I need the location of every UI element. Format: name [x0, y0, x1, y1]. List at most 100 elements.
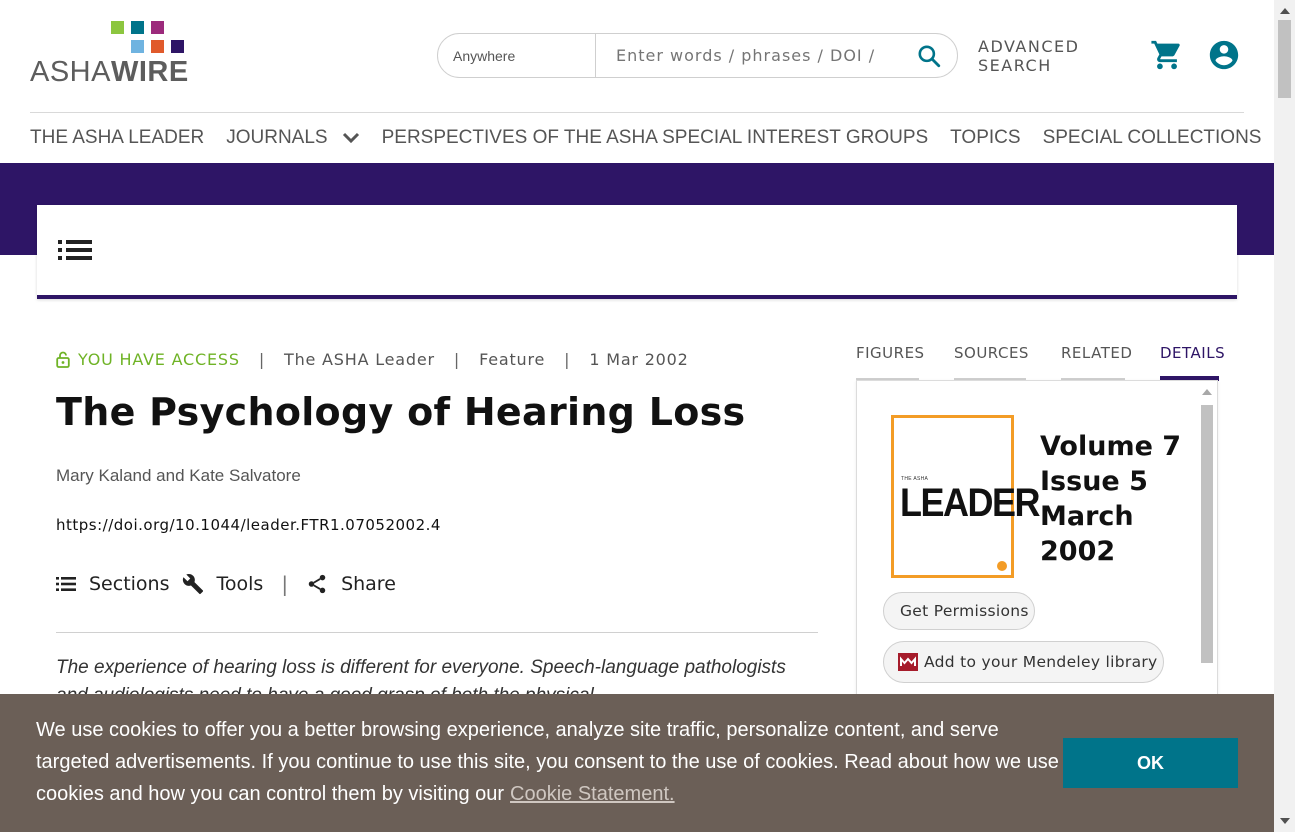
site-header: ASHAWIRE Anywhere ADVANCED SEARCH — [0, 0, 1274, 112]
share-icon — [308, 574, 326, 594]
scroll-up-arrow-icon[interactable] — [1280, 8, 1290, 14]
nav-item-topics[interactable]: TOPICS — [950, 127, 1020, 149]
tab-label: DETAILS — [1160, 344, 1226, 362]
scroll-up-arrow-icon[interactable] — [1202, 389, 1212, 395]
volume-label: Volume 7 — [1040, 431, 1182, 462]
scroll-down-arrow-icon[interactable] — [1280, 818, 1290, 824]
get-permissions-button[interactable]: Get Permissions — [883, 592, 1035, 630]
cart-icon — [1151, 40, 1180, 70]
ok-label: OK — [1137, 752, 1164, 773]
toolbar-separator: | — [281, 572, 289, 596]
authors: Mary Kaland and Kate Salvatore — [56, 466, 301, 486]
logo-text: ASHAWIRE — [30, 56, 189, 88]
page-scrollbar[interactable] — [1274, 0, 1295, 832]
search-scope-select[interactable]: Anywhere — [438, 34, 596, 77]
meta-separator: | — [564, 350, 571, 369]
search-field[interactable] — [596, 34, 901, 77]
tab-figures[interactable]: FIGURES — [856, 344, 924, 380]
share-label: Share — [341, 573, 396, 595]
issue-info: Volume 7 Issue 5 March 2002 — [1040, 429, 1181, 569]
content-divider — [56, 632, 818, 633]
logo-square — [111, 21, 124, 34]
logo-square — [151, 40, 164, 53]
advanced-search-label: ADVANCED — [978, 37, 1080, 56]
article-meta: YOU HAVE ACCESS | The ASHA Leader | Feat… — [56, 350, 689, 369]
list-icon — [56, 577, 76, 591]
issue-label: Issue 5 — [1040, 466, 1148, 497]
nav-label: JOURNALS — [226, 127, 328, 148]
nav-label: PERSPECTIVES OF THE ASHA SPECIAL INTERES… — [381, 127, 929, 148]
panel-scrollbar[interactable] — [1199, 385, 1215, 705]
authors-conjunction: and — [156, 466, 185, 485]
sections-button[interactable]: Sections — [56, 573, 170, 595]
tab-related[interactable]: RELATED — [1061, 344, 1132, 380]
list-icon — [58, 240, 92, 260]
publication-date: 1 Mar 2002 — [589, 350, 689, 369]
advanced-search-label: SEARCH — [978, 56, 1052, 75]
logo-square — [171, 40, 184, 53]
nav-label: THE ASHA LEADER — [30, 127, 205, 148]
journal-link[interactable]: The ASHA Leader — [284, 350, 435, 369]
logo-square — [131, 21, 144, 34]
tools-label: Tools — [216, 573, 264, 595]
tab-label: FIGURES — [856, 344, 925, 362]
logo-square — [151, 21, 164, 34]
search-icon — [918, 44, 941, 67]
nav-label: SPECIAL COLLECTIONS — [1042, 127, 1262, 148]
article-toolbar: Sections Tools | Share — [56, 572, 396, 596]
toc-bar — [37, 205, 1237, 299]
nav-label: TOPICS — [950, 127, 1021, 148]
nav-item-special-collections[interactable]: SPECIAL COLLECTIONS — [1043, 127, 1262, 149]
author-link[interactable]: Kate Salvatore — [189, 466, 301, 485]
cookie-message: We use cookies to offer you a better bro… — [36, 714, 1066, 810]
cover-title: LEADER — [900, 479, 1041, 525]
sidebar-tabs: FIGURES SOURCES RELATED DETAILS — [856, 344, 1225, 381]
article-title: The Psychology of Hearing Loss — [56, 390, 746, 434]
tab-sources[interactable]: SOURCES — [954, 344, 1029, 380]
header-divider — [30, 112, 1244, 113]
scrollbar-thumb[interactable] — [1201, 405, 1213, 663]
meta-separator: | — [453, 350, 461, 369]
sections-label: Sections — [89, 573, 170, 595]
details-panel: THE ASHA LEADER Volume 7 Issue 5 March 2… — [856, 380, 1218, 710]
chevron-down-icon — [342, 132, 359, 144]
tools-button[interactable]: Tools — [182, 573, 264, 595]
access-badge: YOU HAVE ACCESS — [56, 350, 240, 369]
meta-separator: | — [258, 350, 266, 369]
search-input[interactable] — [616, 46, 876, 65]
cookie-banner: We use cookies to offer you a better bro… — [0, 694, 1274, 832]
nav-item-perspectives[interactable]: PERSPECTIVES OF THE ASHA SPECIAL INTERES… — [382, 127, 929, 149]
tab-details[interactable]: DETAILS — [1160, 344, 1225, 381]
logo-square — [131, 40, 144, 53]
cover-badge — [997, 561, 1007, 571]
account-button[interactable] — [1207, 38, 1241, 76]
tab-label: SOURCES — [954, 344, 1029, 362]
toc-toggle[interactable] — [58, 239, 92, 265]
search-button[interactable] — [901, 34, 957, 77]
main-nav: THE ASHA LEADER JOURNALS PERSPECTIVES OF… — [30, 124, 1283, 152]
issue-cover[interactable]: THE ASHA LEADER — [891, 415, 1041, 578]
search-bar: Anywhere — [437, 33, 958, 78]
wrench-icon — [182, 574, 203, 595]
scrollbar-thumb[interactable] — [1278, 20, 1291, 98]
mendeley-button[interactable]: Add to your Mendeley library — [883, 641, 1164, 683]
access-label: YOU HAVE ACCESS — [78, 350, 240, 369]
advanced-search-link[interactable]: ADVANCED SEARCH — [978, 37, 1079, 75]
article-type: Feature — [479, 350, 546, 369]
author-link[interactable]: Mary Kaland — [56, 466, 151, 485]
cookie-ok-button[interactable]: OK — [1063, 738, 1238, 788]
share-button[interactable]: Share — [306, 573, 396, 595]
nav-item-asha-leader[interactable]: THE ASHA LEADER — [30, 127, 204, 149]
nav-item-journals[interactable]: JOURNALS — [226, 127, 359, 149]
lock-open-icon — [56, 351, 70, 368]
mendeley-label: Add to your Mendeley library — [924, 653, 1158, 671]
cart-button[interactable] — [1150, 38, 1184, 76]
cookie-statement-link[interactable]: Cookie Statement. — [510, 783, 675, 805]
mendeley-icon — [898, 653, 918, 671]
issue-month: March — [1040, 501, 1134, 532]
issue-year: 2002 — [1040, 536, 1116, 567]
doi-link[interactable]: https://doi.org/10.1044/leader.FTR1.0705… — [56, 516, 441, 534]
account-icon — [1209, 40, 1239, 70]
tab-label: RELATED — [1061, 344, 1133, 362]
ashawire-logo[interactable]: ASHAWIRE — [30, 20, 190, 88]
